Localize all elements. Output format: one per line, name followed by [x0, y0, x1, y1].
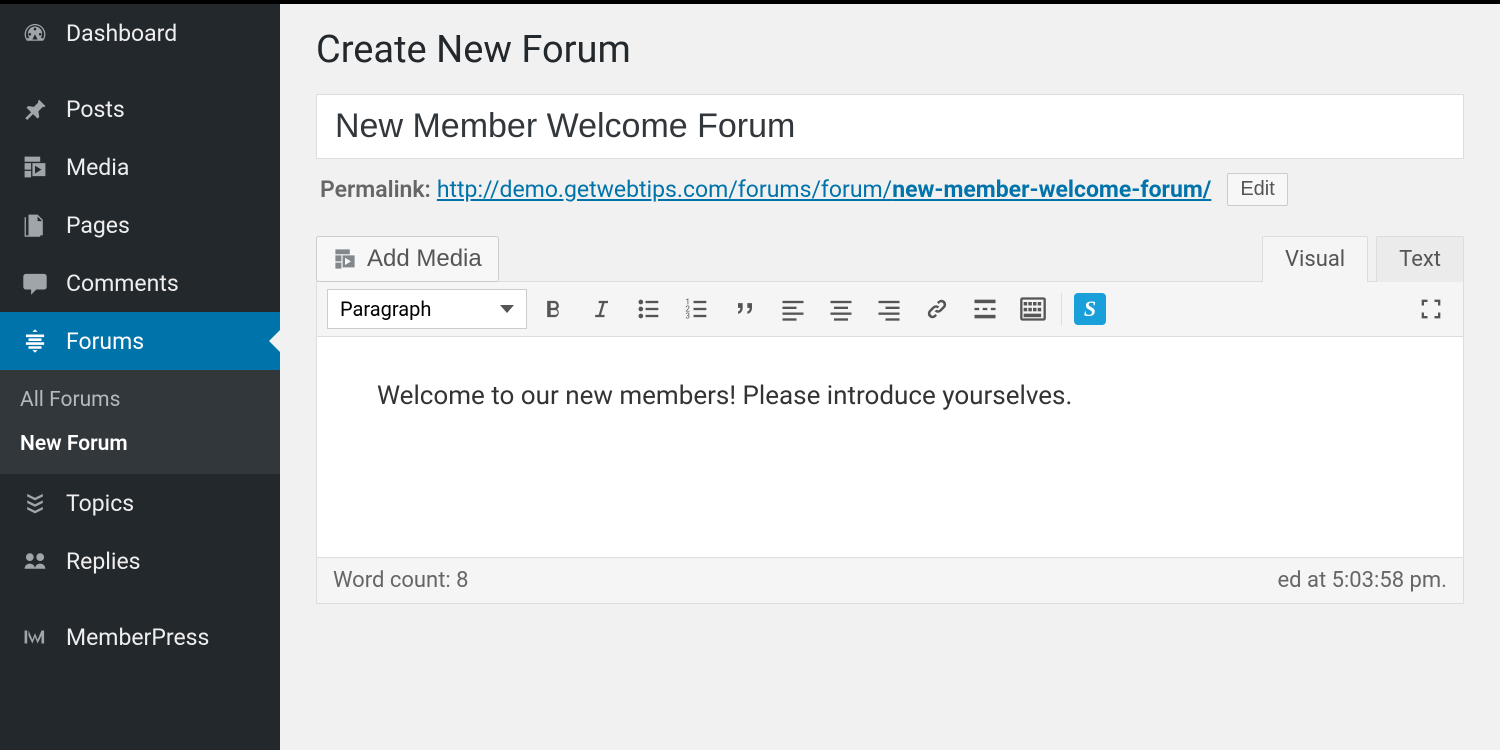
memberpress-icon	[20, 622, 50, 652]
svg-text:3: 3	[685, 310, 690, 320]
forums-icon	[20, 326, 50, 356]
sidebar-item-label: Comments	[66, 270, 179, 297]
align-right-button[interactable]	[867, 289, 911, 329]
forums-submenu: All Forums New Forum	[0, 370, 280, 474]
editor-content[interactable]: Welcome to our new members! Please intro…	[317, 337, 1463, 557]
sidebar-item-posts[interactable]: Posts	[0, 80, 280, 138]
chevron-down-icon	[500, 305, 514, 313]
comments-icon	[20, 268, 50, 298]
sidebar-item-label: Dashboard	[66, 20, 177, 47]
permalink-label: Permalink:	[320, 176, 431, 203]
toolbar-separator	[1061, 293, 1062, 325]
editor-toolbar: Paragraph 123 S	[317, 282, 1463, 337]
sidebar-item-label: Replies	[66, 548, 141, 575]
submenu-new-forum[interactable]: New Forum	[0, 422, 280, 466]
sidebar-item-label: Media	[66, 154, 129, 181]
sidebar-item-dashboard[interactable]: Dashboard	[0, 4, 280, 62]
saved-timestamp: ed at 5:03:58 pm.	[1277, 568, 1447, 593]
topics-icon	[20, 488, 50, 518]
sidebar-item-replies[interactable]: Replies	[0, 532, 280, 590]
sidebar-item-forums[interactable]: Forums	[0, 312, 280, 370]
link-button[interactable]	[915, 289, 959, 329]
sidebar-item-label: Forums	[66, 328, 144, 355]
sidebar-item-label: Posts	[66, 96, 125, 123]
shortcode-icon: S	[1074, 293, 1106, 325]
format-select[interactable]: Paragraph	[327, 289, 527, 329]
sidebar-item-label: Pages	[66, 212, 130, 239]
word-count: Word count: 8	[333, 568, 469, 593]
permalink-link[interactable]: http://demo.getwebtips.com/forums/forum/…	[437, 176, 1212, 203]
italic-button[interactable]	[579, 289, 623, 329]
toolbar-toggle-button[interactable]	[1011, 289, 1055, 329]
page-title: Create New Forum	[316, 28, 1464, 72]
align-left-button[interactable]	[771, 289, 815, 329]
tab-visual[interactable]: Visual	[1262, 236, 1368, 282]
submenu-all-forums[interactable]: All Forums	[0, 378, 280, 422]
shortcode-button[interactable]: S	[1068, 289, 1112, 329]
tab-text[interactable]: Text	[1376, 236, 1464, 282]
media-icon	[333, 247, 357, 271]
dashboard-icon	[20, 18, 50, 48]
sidebar-item-memberpress[interactable]: MemberPress	[0, 608, 280, 666]
add-media-label: Add Media	[367, 245, 482, 273]
sidebar-item-media[interactable]: Media	[0, 138, 280, 196]
numbered-list-button[interactable]: 123	[675, 289, 719, 329]
admin-sidebar: Dashboard Posts Media Pages Comments For…	[0, 4, 280, 750]
bold-button[interactable]	[531, 289, 575, 329]
bullet-list-button[interactable]	[627, 289, 671, 329]
replies-icon	[20, 546, 50, 576]
pin-icon	[20, 94, 50, 124]
sidebar-item-label: MemberPress	[66, 624, 209, 651]
sidebar-item-topics[interactable]: Topics	[0, 474, 280, 532]
forum-title-input[interactable]	[316, 94, 1464, 159]
main-content: Create New Forum Permalink: http://demo.…	[280, 4, 1500, 750]
media-icon	[20, 152, 50, 182]
blockquote-button[interactable]	[723, 289, 767, 329]
sidebar-item-comments[interactable]: Comments	[0, 254, 280, 312]
edit-permalink-button[interactable]: Edit	[1227, 173, 1287, 206]
permalink-row: Permalink: http://demo.getwebtips.com/fo…	[320, 173, 1460, 206]
editor-footer: Word count: 8 ed at 5:03:58 pm.	[317, 557, 1463, 603]
fullscreen-button[interactable]	[1409, 289, 1453, 329]
read-more-button[interactable]	[963, 289, 1007, 329]
sidebar-item-pages[interactable]: Pages	[0, 196, 280, 254]
pages-icon	[20, 210, 50, 240]
editor-box: Paragraph 123 S	[316, 281, 1464, 604]
align-center-button[interactable]	[819, 289, 863, 329]
sidebar-item-label: Topics	[66, 490, 134, 517]
add-media-button[interactable]: Add Media	[316, 236, 499, 282]
